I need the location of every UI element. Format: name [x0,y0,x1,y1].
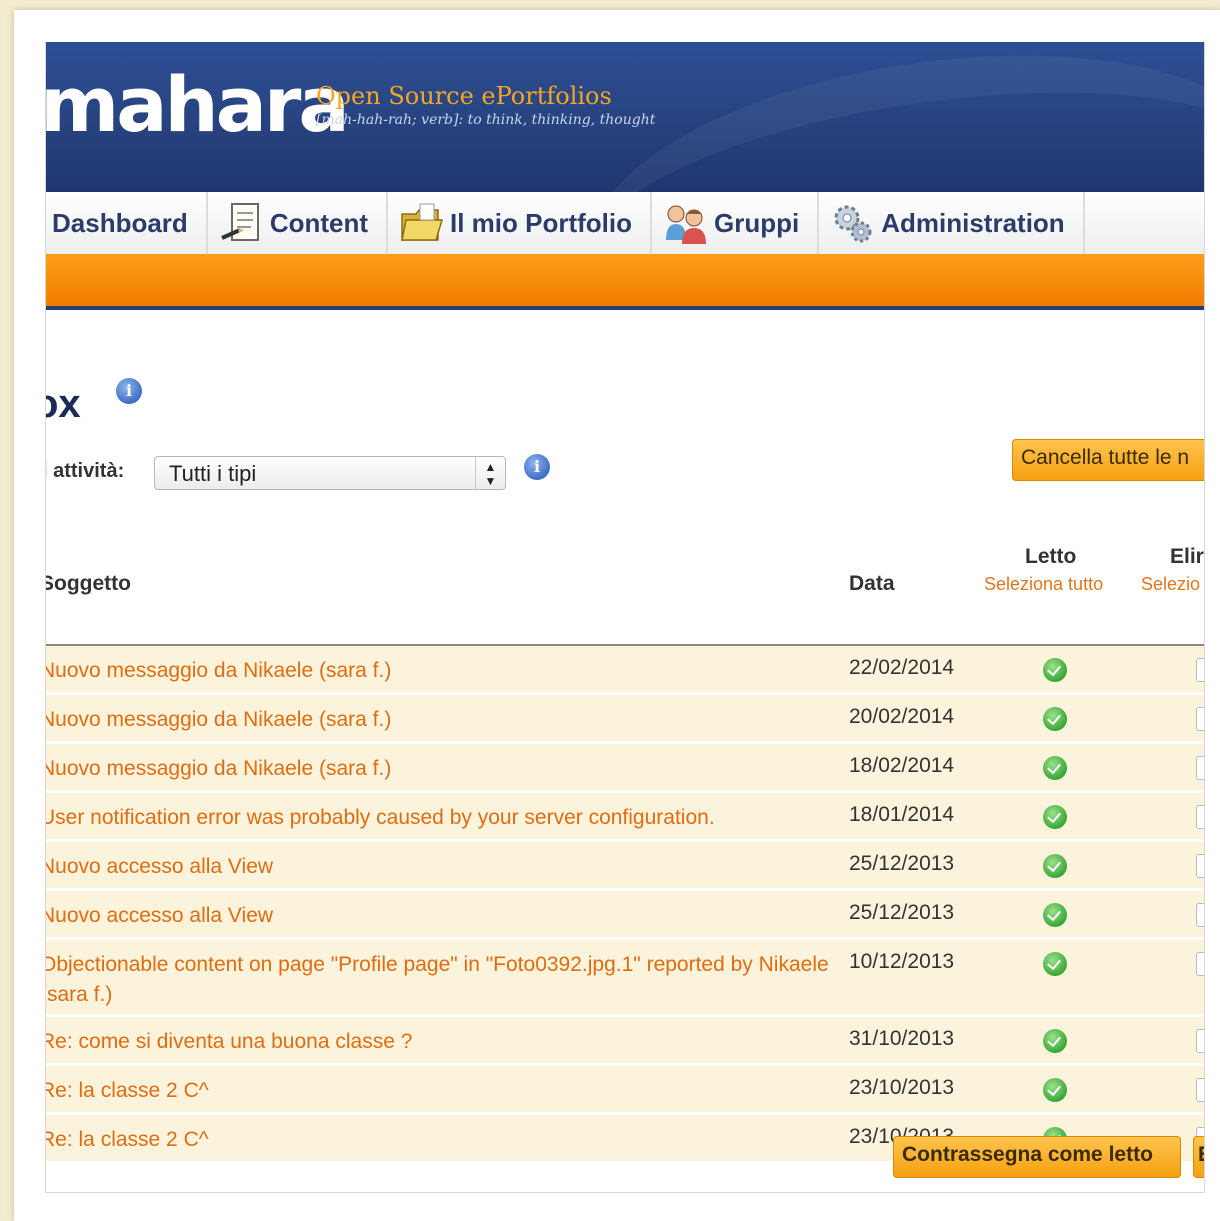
delete-checkbox[interactable] [1196,756,1204,780]
message-subject-link[interactable]: Re: la classe 2 C^ [46,1125,830,1155]
table-row: Nuovo messaggio da Nikaele (sara f.) 22/… [46,646,1204,695]
table-row: Re: come si diventa una buona classe ? 3… [46,1017,1204,1066]
col-header-subject: Soggetto [45,572,131,595]
delete-checkbox[interactable] [1196,658,1204,682]
filter-info-icon[interactable]: i [524,454,550,480]
table-row: User notification error was probably cau… [46,793,1204,842]
col-header-delete: Elir [1170,545,1204,568]
message-subject-link[interactable]: Objectionable content on page "Profile p… [46,950,830,1010]
delete-selected-button[interactable]: E [1193,1136,1204,1178]
message-subject-link[interactable]: Nuovo accesso alla View [46,852,830,882]
nav-administration[interactable]: Administration [819,192,1085,254]
select-all-read-link[interactable]: Seleziona tutto [984,574,1103,595]
message-subject-link[interactable]: Nuovo messaggio da Nikaele (sara f.) [46,656,830,686]
mahara-logo[interactable]: mahara [46,60,350,149]
people-icon [662,200,708,246]
nav-label-administration: Administration [881,207,1065,238]
mark-as-read-button[interactable]: Contrassegna come letto [893,1136,1181,1178]
mahara-page: mahara Open Source ePortfolios [mah-hah-… [45,42,1205,1193]
read-check-icon [1043,1078,1067,1102]
read-check-icon [1043,805,1067,829]
read-check-icon [1043,952,1067,976]
message-date: 18/01/2014 [849,803,955,826]
message-subject-link[interactable]: Nuovo messaggio da Nikaele (sara f.) [46,705,830,735]
message-date: 23/10/2013 [849,1076,955,1099]
message-date: 31/10/2013 [849,1027,955,1050]
select-value: Tutti i tipi [169,461,257,486]
message-date: 22/02/2014 [849,656,955,679]
nav-content[interactable]: Content [208,192,389,254]
nav-label-groups: Gruppi [714,207,800,238]
delete-all-button-label: Cancella tutte le n [1021,446,1190,469]
message-subject-link[interactable]: Nuovo accesso alla View [46,901,830,931]
nav-label-portfolio: Il mio Portfolio [450,207,633,238]
delete-checkbox[interactable] [1196,903,1204,927]
table-row: Re: la classe 2 C^ 23/10/2013 [46,1066,1204,1115]
message-subject-link[interactable]: Re: come si diventa una buona classe ? [46,1027,830,1057]
folder-icon [398,200,444,246]
message-date: 25/12/2013 [849,901,955,924]
site-header: mahara Open Source ePortfolios [mah-hah-… [46,42,1204,192]
delete-checkbox[interactable] [1196,1029,1204,1053]
delete-checkbox[interactable] [1196,1078,1204,1102]
message-subject-link[interactable]: Nuovo messaggio da Nikaele (sara f.) [46,754,830,784]
table-row: Nuovo messaggio da Nikaele (sara f.) 20/… [46,695,1204,744]
info-icon[interactable]: i [116,378,142,404]
read-check-icon [1043,658,1067,682]
filter-label: i attività: [45,460,125,482]
col-header-date: Data [849,572,895,595]
message-date: 18/02/2014 [849,754,955,777]
nav-label-dashboard: Dashboard [52,207,188,238]
nav-portfolio[interactable]: Il mio Portfolio [388,192,653,254]
gears-icon [829,200,875,246]
main-nav: Dashboard Content Il mio Portfolio Grupp… [46,192,1204,255]
read-check-icon [1043,903,1067,927]
message-subject-link[interactable]: Re: la classe 2 C^ [46,1076,830,1106]
message-date: 20/02/2014 [849,705,955,728]
delete-selected-button-label: E [1198,1143,1204,1166]
delete-checkbox[interactable] [1196,854,1204,878]
sub-nav-bar [46,254,1204,310]
col-header-read: Letto [1025,545,1077,568]
page-title: ox [46,382,81,426]
mark-as-read-button-label: Contrassegna come letto [902,1143,1153,1166]
header-decoration [566,42,1204,192]
read-check-icon [1043,854,1067,878]
read-check-icon [1043,1029,1067,1053]
select-arrows-icon: ▲ ▼ [475,457,505,489]
nav-groups[interactable]: Gruppi [652,192,820,254]
message-date: 25/12/2013 [849,852,955,875]
notepad-icon [218,200,264,246]
site-tagline: Open Source ePortfolios [316,82,612,110]
message-subject-link[interactable]: User notification error was probably cau… [46,803,830,833]
message-date: 10/12/2013 [849,950,955,973]
delete-all-button[interactable]: Cancella tutte le n [1012,439,1204,481]
nav-dashboard[interactable]: Dashboard [46,192,208,254]
delete-checkbox[interactable] [1196,805,1204,829]
activity-type-select[interactable]: Tutti i tipi ▲ ▼ [154,456,506,490]
table-row: Nuovo accesso alla View 25/12/2013 [46,842,1204,891]
delete-checkbox[interactable] [1196,952,1204,976]
table-row: Objectionable content on page "Profile p… [46,940,1204,1017]
site-tagline-sub: [mah-hah-rah; verb]: to think, thinking,… [316,112,656,128]
nav-label-content: Content [269,207,369,238]
delete-checkbox[interactable] [1196,707,1204,731]
table-row: Nuovo messaggio da Nikaele (sara f.) 18/… [46,744,1204,793]
read-check-icon [1043,707,1067,731]
table-row: Nuovo accesso alla View 25/12/2013 [46,891,1204,940]
select-all-delete-link[interactable]: Selezio [1141,574,1200,595]
read-check-icon [1043,756,1067,780]
